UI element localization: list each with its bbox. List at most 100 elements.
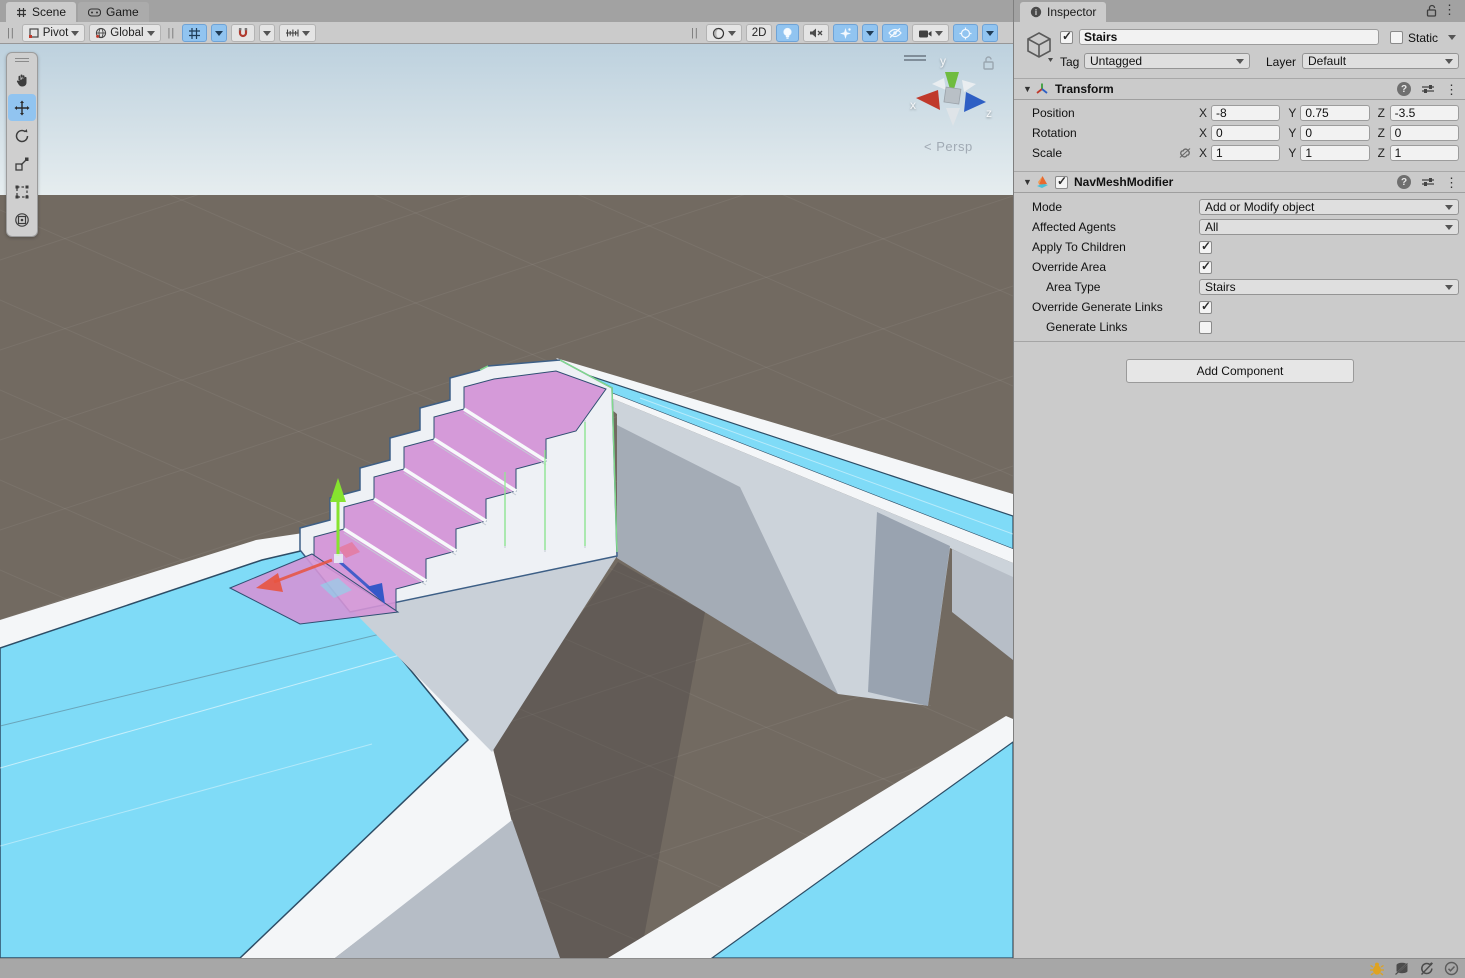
navmesh-enabled-checkbox[interactable] <box>1055 176 1068 189</box>
scene-viewport[interactable] <box>0 44 1013 958</box>
scale-tool-button[interactable] <box>8 150 36 177</box>
static-caret-icon[interactable] <box>1448 35 1456 40</box>
rotate-tool-button[interactable] <box>8 122 36 149</box>
pivot-label: Pivot <box>43 27 69 39</box>
toolbar-grip2[interactable]: || <box>168 27 176 39</box>
rotation-label: Rotation <box>1032 126 1077 140</box>
position-x-field[interactable]: -8 <box>1211 105 1280 121</box>
rotation-y-field[interactable]: 0 <box>1300 125 1369 141</box>
transform-help-icon[interactable]: ? <box>1397 82 1411 96</box>
grid-options-caret-button[interactable] <box>211 24 227 42</box>
audio-toggle-button[interactable] <box>803 24 829 42</box>
scene-visibility-button[interactable] <box>882 24 908 42</box>
perspective-toggle[interactable]: < Persp <box>924 139 973 154</box>
scene-grid-icon <box>16 7 27 18</box>
scale-z-field[interactable]: 1 <box>1390 145 1459 161</box>
rect-icon <box>14 184 30 200</box>
toolbar-grip[interactable]: || <box>7 27 15 39</box>
camera-settings-button[interactable] <box>912 24 949 42</box>
navmesh-presets-icon[interactable] <box>1421 176 1435 188</box>
inspector-menu-icon[interactable]: ⋮ <box>1443 3 1456 16</box>
navmesh-help-icon[interactable]: ? <box>1397 175 1411 189</box>
layer-label: Layer <box>1266 55 1296 69</box>
info-icon: i <box>1030 6 1042 18</box>
rotation-x-field[interactable]: 0 <box>1211 125 1280 141</box>
global-toggle-button[interactable]: Global <box>89 24 160 42</box>
gameobject-active-checkbox[interactable] <box>1060 31 1073 44</box>
transform-presets-icon[interactable] <box>1421 83 1435 95</box>
2d-toggle-button[interactable]: 2D <box>746 24 773 42</box>
move-tool-button[interactable] <box>8 94 36 121</box>
inspector-lock-icon[interactable] <box>1426 4 1438 17</box>
scale-x-field[interactable]: 1 <box>1211 145 1280 161</box>
effects-caret-button[interactable] <box>862 24 878 42</box>
view-hand-tool-button[interactable] <box>8 66 36 93</box>
static-checkbox[interactable] <box>1390 31 1403 44</box>
effects-toggle-button[interactable] <box>833 24 858 42</box>
transform-tool-button[interactable] <box>8 206 36 233</box>
navmesh-menu-icon[interactable]: ⋮ <box>1445 176 1458 189</box>
debugger-bug-icon[interactable] <box>1369 961 1385 976</box>
snap-options-caret-button[interactable] <box>259 24 275 42</box>
override-area-row: Override Area <box>1014 257 1465 277</box>
y-axis-label: Y <box>1288 126 1300 140</box>
pivot-toggle-button[interactable]: Pivot <box>22 24 86 42</box>
tab-inspector[interactable]: i Inspector <box>1020 2 1106 22</box>
scale-link-icon[interactable] <box>1178 147 1192 159</box>
shading-mode-button[interactable] <box>706 24 742 42</box>
grid-visibility-button[interactable] <box>182 24 207 42</box>
auto-refresh-disabled-icon[interactable] <box>1419 961 1435 976</box>
affected-agents-dropdown[interactable]: All <box>1199 219 1459 235</box>
position-y-field[interactable]: 0.75 <box>1300 105 1369 121</box>
toolbar-grip3[interactable]: || <box>691 27 699 39</box>
affected-agents-caret-icon <box>1445 225 1453 230</box>
grid-caret-icon <box>215 31 223 36</box>
position-z-field[interactable]: -3.5 <box>1390 105 1459 121</box>
override-area-label: Override Area <box>1032 260 1106 274</box>
override-area-checkbox[interactable] <box>1199 261 1212 274</box>
rect-tool-button[interactable] <box>8 178 36 205</box>
tools-overlay-handle[interactable] <box>15 56 29 64</box>
override-generate-links-checkbox[interactable] <box>1199 301 1212 314</box>
gameobject-cube-icon[interactable] <box>1024 30 1054 62</box>
generate-links-checkbox[interactable] <box>1199 321 1212 334</box>
transform-foldout-icon[interactable]: ▼ <box>1023 84 1035 94</box>
tag-dropdown[interactable]: Untagged <box>1084 53 1250 69</box>
add-component-button[interactable]: Add Component <box>1126 359 1354 383</box>
2d-label: 2D <box>752 27 767 39</box>
mode-caret-icon <box>1445 205 1453 210</box>
tab-game[interactable]: Game <box>78 2 149 22</box>
gizmos-caret-icon <box>986 31 994 36</box>
scale-y-field[interactable]: 1 <box>1300 145 1369 161</box>
area-type-dropdown[interactable]: Stairs <box>1199 279 1459 295</box>
gameobject-name-field[interactable]: Stairs <box>1079 29 1379 45</box>
transform-header[interactable]: ▼ Transform ? ⋮ <box>1014 78 1465 100</box>
transform-icon <box>14 212 30 228</box>
gameobject-header: Stairs Static Tag Untagged Layer Default <box>1014 22 1465 76</box>
gizmos-toggle-button[interactable] <box>953 24 978 42</box>
z-axis-label: Z <box>1378 146 1390 160</box>
tab-scene-label: Scene <box>32 5 66 19</box>
rotation-row: Rotation X0 Y0 Z0 <box>1014 123 1465 143</box>
rotation-z-field[interactable]: 0 <box>1390 125 1459 141</box>
snap-toggle-button[interactable] <box>231 24 255 42</box>
status-ok-icon[interactable] <box>1444 961 1459 976</box>
lighting-toggle-button[interactable] <box>776 24 799 42</box>
navmesh-foldout-icon[interactable]: ▼ <box>1023 177 1035 187</box>
tab-scene[interactable]: Scene <box>6 2 76 22</box>
layer-dropdown[interactable]: Default <box>1302 53 1459 69</box>
tools-overlay <box>6 52 38 237</box>
shading-caret-icon <box>728 31 736 36</box>
transform-menu-icon[interactable]: ⋮ <box>1445 83 1458 96</box>
axis-y-label: y <box>940 54 946 68</box>
snap-caret-icon <box>263 31 271 36</box>
apply-to-children-checkbox[interactable] <box>1199 241 1212 254</box>
transform-icon <box>1035 82 1049 96</box>
navmeshmodifier-header[interactable]: ▼ NavMeshModifier ? ⋮ <box>1014 171 1465 193</box>
x-axis-label: X <box>1199 146 1211 160</box>
gizmos-caret-button[interactable] <box>982 24 998 42</box>
mode-dropdown[interactable]: Add or Modify object <box>1199 199 1459 215</box>
orient-gizmo-handle <box>904 56 926 60</box>
snap-increment-button[interactable] <box>279 24 316 42</box>
cache-server-disconnected-icon[interactable] <box>1394 961 1410 976</box>
